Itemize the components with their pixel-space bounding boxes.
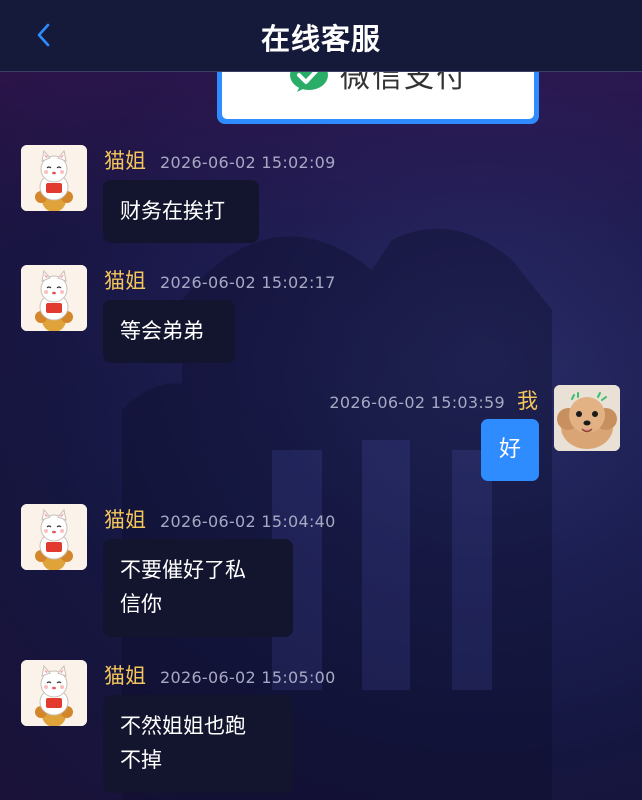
message-time: 2026-06-02 15:02:09 <box>160 153 336 172</box>
message-text-line: 信你 <box>120 592 162 616</box>
message-meta: 猫姐 2026-06-02 15:05:00 <box>104 660 336 690</box>
message-text: 等会弟弟 <box>120 319 204 343</box>
sender-name: 猫姐 <box>104 508 146 532</box>
message-text: 财务在挨打 <box>120 199 225 223</box>
lucky-cat-avatar-icon <box>21 145 87 211</box>
message-time: 2026-06-02 15:03:59 <box>329 393 505 412</box>
avatar[interactable] <box>21 265 87 331</box>
avatar[interactable] <box>21 504 87 570</box>
message-bubble[interactable]: 财务在挨打 <box>103 180 259 243</box>
app-header: 在线客服 <box>0 0 642 72</box>
lucky-cat-avatar-icon <box>21 504 87 570</box>
message-bubble[interactable]: 等会弟弟 <box>103 300 235 363</box>
message-text: 好 <box>498 437 521 462</box>
sender-name: 我 <box>517 389 538 413</box>
avatar[interactable] <box>21 145 87 211</box>
message-meta: 猫姐 2026-06-02 15:02:09 <box>104 145 336 175</box>
sender-name: 猫姐 <box>104 149 146 173</box>
message-text-line: 不要催好了私 <box>120 558 246 582</box>
sender-name: 猫姐 <box>104 269 146 293</box>
message-meta: 猫姐 2026-06-02 15:02:17 <box>104 265 336 295</box>
message-text-line: 不然姐姐也跑 <box>120 714 246 738</box>
message-bubble[interactable]: 好 <box>481 419 539 481</box>
page-title: 在线客服 <box>260 22 381 56</box>
avatar[interactable] <box>21 660 87 726</box>
message-meta: 2026-06-02 15:03:59 我 <box>329 385 538 415</box>
message-time: 2026-06-02 15:04:40 <box>160 512 336 531</box>
message-bubble[interactable]: 不然姐姐也跑 不掉 <box>103 695 293 793</box>
message-meta: 猫姐 2026-06-02 15:04:40 <box>104 504 336 534</box>
sender-name: 猫姐 <box>104 664 146 688</box>
message-time: 2026-06-02 15:05:00 <box>160 668 336 687</box>
message-text-line: 不掉 <box>120 748 162 772</box>
lucky-cat-avatar-icon <box>21 660 87 726</box>
puppy-avatar-icon <box>554 385 620 451</box>
lucky-cat-avatar-icon <box>21 265 87 331</box>
avatar[interactable] <box>554 385 620 451</box>
message-bubble[interactable]: 不要催好了私 信你 <box>103 539 293 637</box>
message-time: 2026-06-02 15:02:17 <box>160 273 336 292</box>
